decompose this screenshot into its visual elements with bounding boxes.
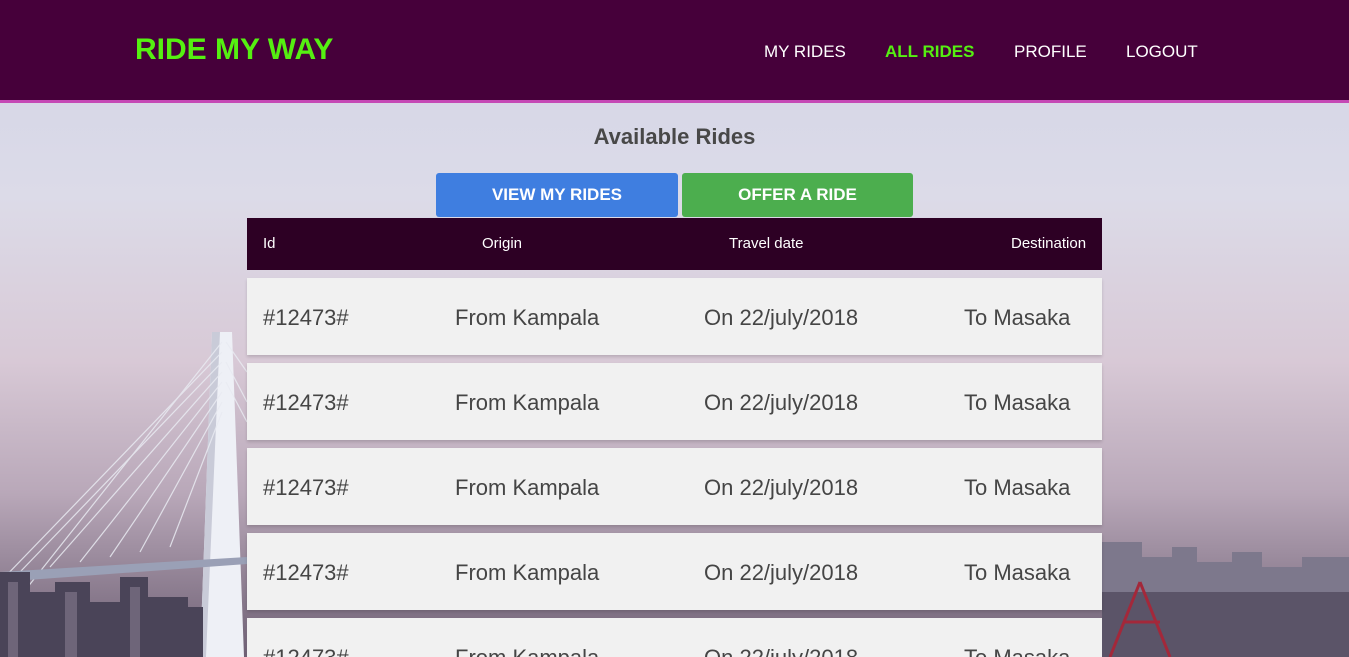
nav-all-rides[interactable]: ALL RIDES — [885, 42, 974, 62]
ride-id: #12473# — [263, 645, 349, 657]
ride-date: On 22/july/2018 — [704, 475, 859, 500]
ride-id: #12473# — [263, 305, 349, 330]
ride-id: #12473# — [263, 390, 349, 415]
ride-id: #12473# — [263, 560, 349, 585]
ride-origin: From Kampala — [455, 305, 600, 330]
ride-origin: From Kampala — [455, 475, 600, 500]
ride-row[interactable]: #12473# From Kampala On 22/july/2018 To … — [247, 278, 1102, 355]
ride-date: On 22/july/2018 — [704, 645, 858, 657]
column-header-travel-date: Travel date — [729, 235, 804, 252]
nav-profile[interactable]: PROFILE — [1014, 42, 1087, 62]
ride-destination: To Masaka — [964, 305, 1071, 330]
ride-origin: From Kampala — [455, 560, 600, 585]
view-my-rides-button[interactable]: VIEW MY RIDES — [436, 173, 678, 217]
ride-destination: To Masaka — [964, 560, 1071, 585]
ride-row[interactable]: #12473# From Kampala On 22/july/2018 To … — [247, 618, 1102, 657]
ride-date: On 22/july/2018 — [704, 390, 859, 415]
ride-row[interactable]: #12473# From Kampala On 22/july/2018 To … — [247, 533, 1102, 610]
column-header-origin: Origin — [482, 235, 523, 252]
navbar: RIDE MY WAY MY RIDES ALL RIDES PROFILE L… — [0, 0, 1349, 103]
column-header-id: Id — [263, 235, 276, 252]
nav-logout[interactable]: LOGOUT — [1126, 42, 1198, 62]
rides-table-header: Id Origin Travel date Destination — [247, 218, 1102, 270]
ride-origin: From Kampala — [455, 645, 599, 657]
brand-logo[interactable]: RIDE MY WAY — [135, 33, 333, 67]
offer-a-ride-button[interactable]: OFFER A RIDE — [682, 173, 913, 217]
ride-origin: From Kampala — [455, 390, 600, 415]
ride-id: #12473# — [263, 475, 349, 500]
ride-row[interactable]: #12473# From Kampala On 22/july/2018 To … — [247, 363, 1102, 440]
ride-date: On 22/july/2018 — [704, 560, 859, 585]
ride-destination: To Masaka — [964, 475, 1071, 500]
ride-date: On 22/july/2018 — [704, 305, 859, 330]
ride-row[interactable]: #12473# From Kampala On 22/july/2018 To … — [247, 448, 1102, 525]
ride-destination: To Masaka — [964, 390, 1071, 415]
page-title: Available Rides — [593, 124, 756, 149]
ride-destination: To Masaka — [964, 645, 1070, 657]
column-header-destination: Destination — [1011, 235, 1087, 252]
nav-my-rides[interactable]: MY RIDES — [764, 42, 846, 62]
